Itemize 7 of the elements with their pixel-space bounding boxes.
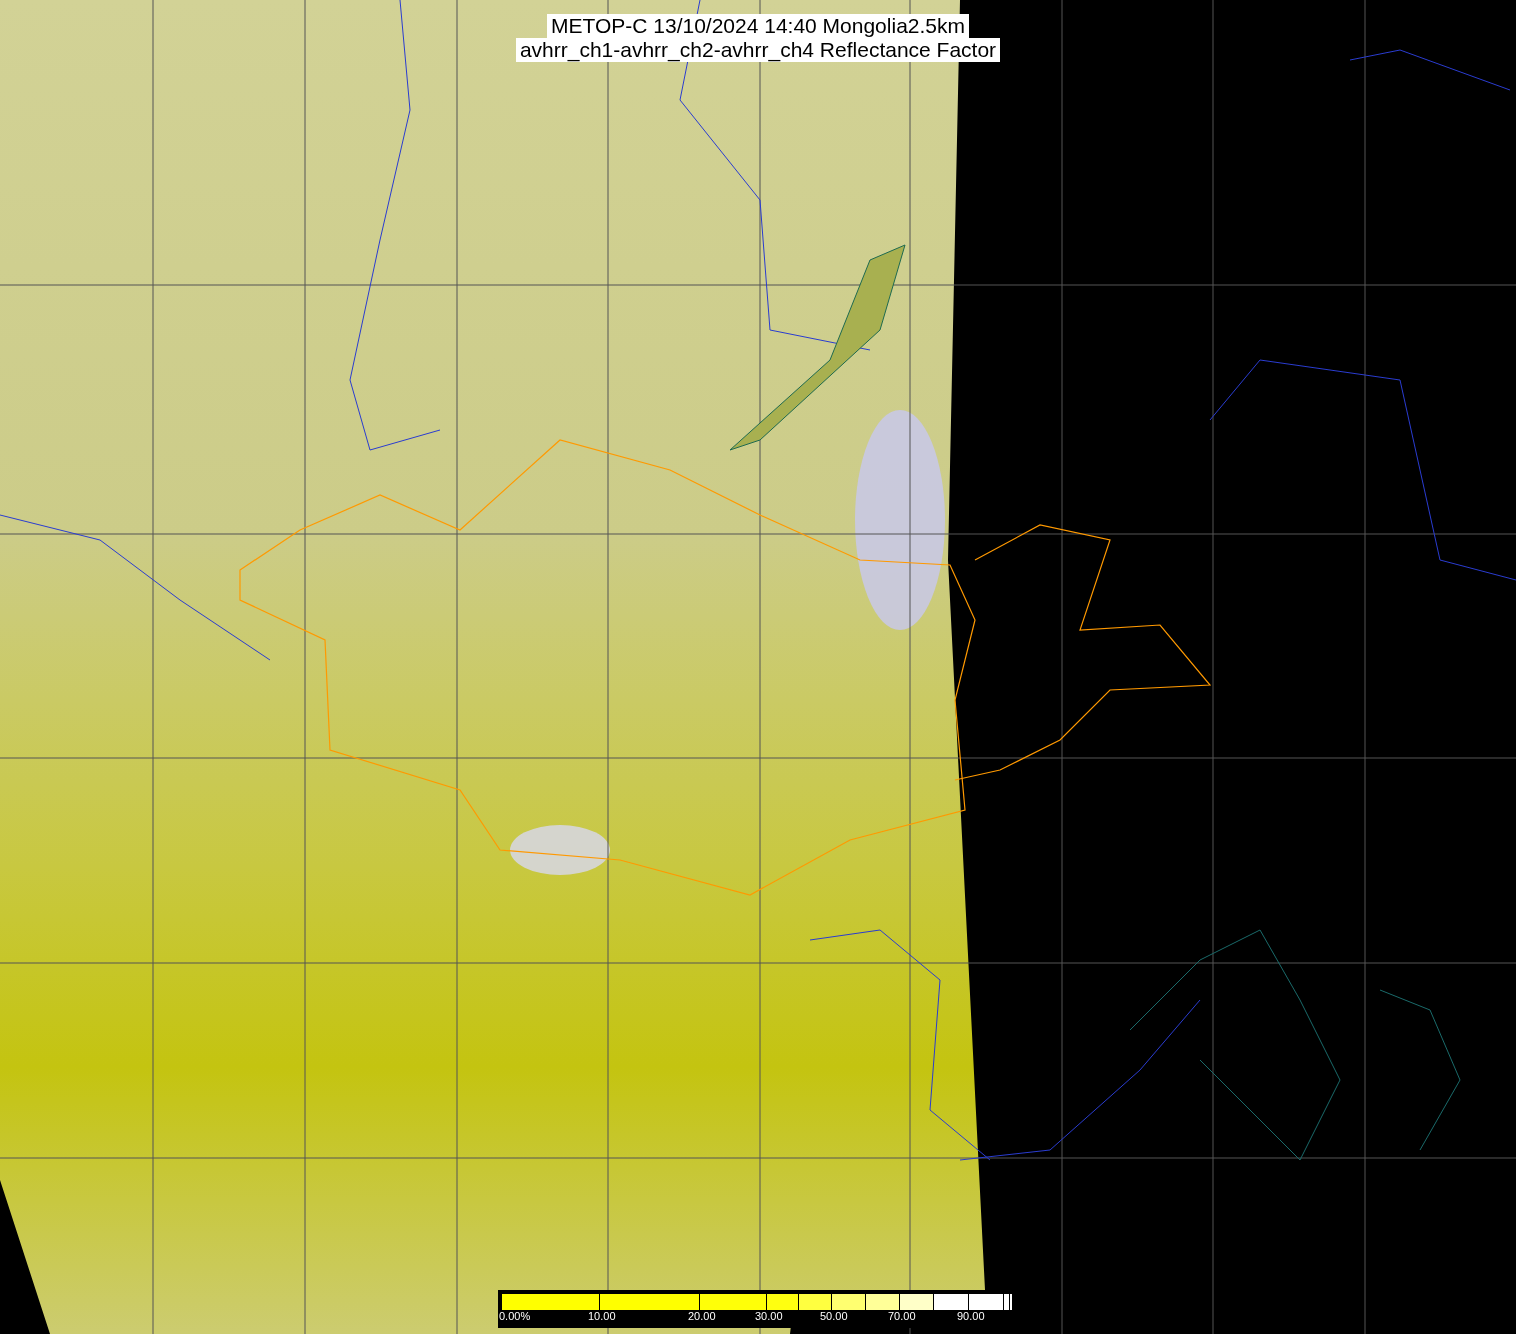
colorbar-tick-label: 70.00 (888, 1310, 916, 1323)
colorbar-tick-label: 90.00 (957, 1310, 985, 1323)
colorbar-tick-label: 50.00 (820, 1310, 848, 1323)
colorbar-tick-label: 20.00 (688, 1310, 716, 1323)
colorbar-tick-label: 30.00 (755, 1310, 783, 1323)
colorbar-tick-label: 0.00% (499, 1310, 531, 1323)
colorbar-tick-label: 10.00 (588, 1310, 616, 1323)
